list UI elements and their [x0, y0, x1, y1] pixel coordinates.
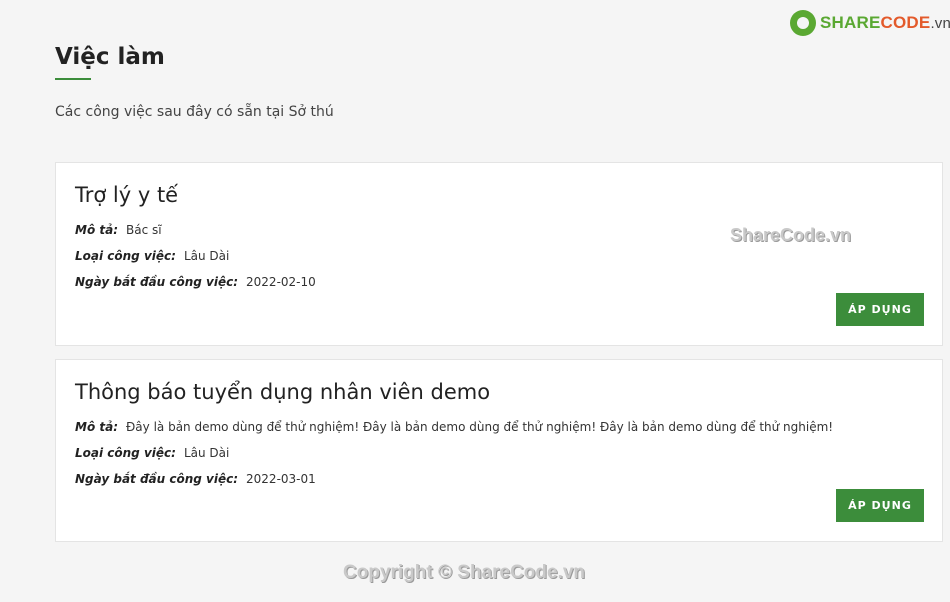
watermark-footer: Copyright © ShareCode.vn	[343, 562, 586, 583]
start-date-label: Ngày bắt đầu công việc:	[75, 275, 239, 289]
job-type: Loại công việc: Lâu Dài	[75, 249, 229, 263]
description-label: Mô tả:	[75, 223, 118, 237]
start-date-value: 2022-03-01	[246, 472, 316, 486]
page-title: Việc làm	[55, 44, 165, 70]
start-date-label: Ngày bắt đầu công việc:	[75, 472, 239, 486]
job-title: Trợ lý y tế	[75, 183, 179, 207]
job-title: Thông báo tuyển dụng nhân viên demo	[75, 380, 491, 404]
job-type-value: Lâu Dài	[183, 446, 230, 460]
apply-button[interactable]: ÁP DỤNG	[836, 489, 924, 522]
job-description: Mô tả: Đây là bản demo dùng để thử nghiệm…	[75, 420, 833, 434]
sharecode-logo-text: SHARECODE.vn	[820, 13, 950, 32]
title-underline	[55, 78, 91, 80]
job-card: Trợ lý y tế Mô tả: Bác sĩ Loại công việc:…	[55, 162, 943, 346]
sharecode-logo-icon	[790, 10, 816, 36]
description-label: Mô tả:	[75, 420, 118, 434]
sharecode-logo: SHARECODE.vn	[790, 10, 950, 36]
watermark-center: ShareCode.vn	[730, 225, 852, 245]
start-date-value: 2022-02-10	[246, 275, 316, 289]
job-start-date: Ngày bắt đầu công việc: 2022-03-01	[75, 472, 316, 486]
description-value: Đây là bản demo dùng để thử nghiệm! Đây …	[126, 420, 834, 434]
description-value: Bác sĩ	[126, 223, 162, 237]
apply-button[interactable]: ÁP DỤNG	[836, 293, 924, 326]
job-card: Thông báo tuyển dụng nhân viên demo Mô t…	[55, 359, 943, 542]
job-description: Mô tả: Bác sĩ	[75, 223, 162, 237]
job-type: Loại công việc: Lâu Dài	[75, 446, 229, 460]
page-subtitle: Các công việc sau đây có sẵn tại Sở thú	[55, 104, 334, 120]
job-start-date: Ngày bắt đầu công việc: 2022-02-10	[75, 275, 316, 289]
job-type-label: Loại công việc:	[75, 249, 176, 263]
job-type-label: Loại công việc:	[75, 446, 176, 460]
job-type-value: Lâu Dài	[183, 249, 230, 263]
